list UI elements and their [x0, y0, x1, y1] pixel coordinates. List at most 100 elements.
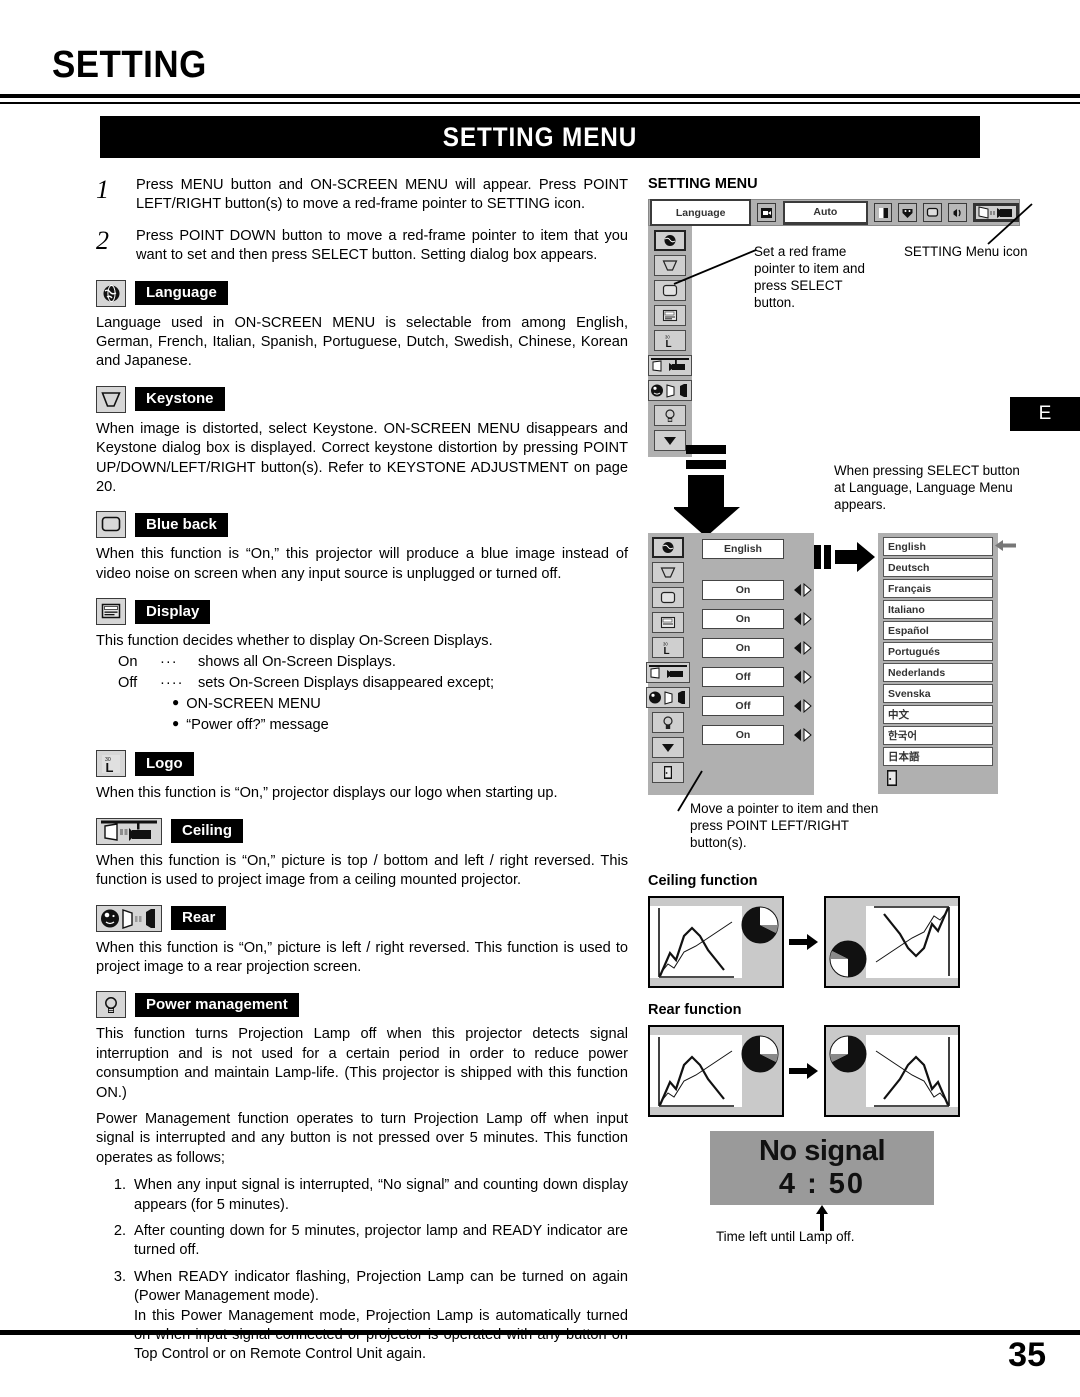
dialog-logo-value[interactable]: On: [702, 637, 784, 658]
dialog-sidebar-keystone-icon[interactable]: [652, 562, 684, 583]
sound-icon[interactable]: [948, 203, 967, 222]
down-flow-arrow-icon: [674, 445, 740, 537]
left-right-arrows-icon[interactable]: [792, 611, 814, 626]
sidebar-item-display-icon[interactable]: [654, 305, 686, 326]
move-pointer-area: Move a pointer to item and then press PO…: [648, 770, 1018, 869]
callout-move-pointer: Move a pointer to item and then press PO…: [690, 801, 879, 850]
rear-function-heading: Rear function: [648, 1002, 742, 1018]
power-management-item-3-text: When READY indicator flashing, Projectio…: [134, 1268, 628, 1365]
menubar-language-field[interactable]: Language: [650, 199, 752, 226]
display-options: On ··· shows all On-Screen Displays. Off…: [118, 652, 628, 694]
right-menu-heading: SETTING MENU: [648, 176, 758, 192]
left-right-arrows-icon[interactable]: [792, 640, 814, 655]
dialog-blue-back-value[interactable]: On: [702, 579, 784, 600]
section-header-display: Display: [96, 598, 628, 626]
select-flow-area: When pressing SELECT button at Language,…: [648, 441, 1020, 541]
display-option-on-dots: ···: [160, 653, 178, 670]
language-item-deutsch[interactable]: Deutsch: [883, 558, 993, 577]
dialog-sidebar-rear-icon[interactable]: [646, 687, 690, 708]
dialog-power-management-value[interactable]: On: [702, 724, 784, 745]
display-screen-icon: [96, 598, 126, 626]
section-label-ceiling: Ceiling: [171, 819, 244, 844]
ceiling-transform-arrow-icon: [784, 934, 824, 950]
language-item-francais[interactable]: Français: [883, 579, 993, 598]
edition-tab-label: E: [1038, 403, 1052, 424]
globe-icon: [96, 279, 126, 307]
section-banner: SETTING MENU: [100, 116, 980, 158]
callout-pointer-line-right: [987, 203, 1033, 245]
menu-bar: Language Auto: [648, 199, 1020, 226]
header-rule-thin: [0, 102, 1080, 104]
section-body-logo: When this function is “On,” projector di…: [96, 785, 558, 802]
keystone-trapezoid-icon: [96, 385, 126, 413]
section-label-display: Display: [135, 599, 211, 624]
menu-callout-area: Set a red frame pointer to item and pres…: [673, 203, 1033, 401]
display-option-on-key: On: [118, 653, 138, 670]
language-item-english[interactable]: English: [883, 537, 993, 556]
dialog-sidebar-ceiling-icon[interactable]: [646, 662, 690, 683]
sidebar-item-rear-icon[interactable]: [648, 380, 692, 401]
section-body-language: Language used in ON-SCREEN MENU is selec…: [96, 314, 628, 370]
rear-transform-arrow-icon: [784, 1063, 824, 1079]
right-flow-arrow-icon: [814, 542, 875, 572]
power-management-numbered-list: 1. When any input signal is interrupted,…: [96, 1176, 628, 1365]
language-item-svenska[interactable]: Svenska: [883, 684, 993, 703]
display-option-off-dots: ····: [160, 674, 184, 691]
dialog-sidebar-language-icon[interactable]: [652, 537, 684, 558]
language-item-portugues[interactable]: Portugués: [883, 642, 993, 661]
input-source-icon[interactable]: [757, 203, 777, 222]
dialog-sidebar-power-management-icon[interactable]: [652, 712, 684, 733]
dialog-sidebar-display-icon[interactable]: [652, 612, 684, 633]
section-header-rear: Rear: [96, 904, 628, 932]
section-label-keystone: Keystone: [135, 387, 225, 412]
step-2-text: Press POINT DOWN button to move a red-fr…: [136, 227, 628, 264]
display-option-off-key: Off: [118, 674, 138, 691]
dialog-ceiling-value[interactable]: Off: [702, 666, 784, 687]
menubar-auto-field[interactable]: Auto: [783, 200, 868, 225]
left-right-arrows-icon[interactable]: [792, 727, 814, 742]
ceiling-function-figure: [648, 896, 1018, 988]
dialog-sidebar-blue-back-icon[interactable]: [652, 587, 684, 608]
right-column: SETTING MENU Language Auto 30 L Set a re…: [646, 176, 1033, 1247]
power-management-item-1: 1. When any input signal is interrupted,…: [96, 1176, 628, 1215]
dialog-row-rear: Off: [702, 693, 814, 718]
section-body-power-management-2: Power Management function operates to tu…: [96, 1110, 628, 1166]
header-rule-thick: [0, 94, 1080, 98]
callout-set-red-frame: Set a red frame pointer to item and pres…: [754, 244, 865, 310]
left-right-arrows-icon[interactable]: [792, 669, 814, 684]
display-exception-bullets: ON-SCREEN MENU “Power off?” message: [172, 694, 628, 736]
image-adjust-icon[interactable]: [873, 203, 893, 222]
dialog-values: English On On On Off Off On: [688, 533, 814, 789]
sidebar-item-power-management-icon[interactable]: [654, 405, 686, 426]
display-option-off-text: sets On-Screen Displays disappeared exce…: [198, 674, 495, 691]
language-menu-quit-icon[interactable]: [883, 769, 902, 788]
language-item-italiano[interactable]: Italiano: [883, 600, 993, 619]
no-signal-display: No signal 4 : 50: [710, 1131, 934, 1205]
section-label-power-management: Power management: [135, 992, 299, 1017]
language-item-nederlands[interactable]: Nederlands: [883, 663, 993, 682]
callout-press-select: When pressing SELECT button at Language,…: [834, 463, 1020, 512]
footer-rule: [0, 1330, 1080, 1335]
svg-text:L: L: [106, 760, 114, 774]
left-right-arrows-icon[interactable]: [792, 582, 814, 597]
dialog-sidebar-logo-icon[interactable]: 30 L: [652, 637, 684, 658]
screen-icon[interactable]: [923, 203, 943, 222]
section-header-keystone: Keystone: [96, 385, 628, 413]
sidebar-item-logo-icon[interactable]: 30 L: [654, 330, 686, 351]
step-1-text: Press MENU button and ON-SCREEN MENU wil…: [136, 177, 628, 213]
rear-figure-before: [648, 1025, 784, 1117]
dialog-sidebar-more-down-icon[interactable]: [652, 737, 684, 758]
language-item-japanese[interactable]: 日本語: [883, 747, 993, 766]
dialog-language-value[interactable]: English: [702, 538, 784, 559]
language-item-espanol[interactable]: Español: [883, 621, 993, 640]
dialog-display-value[interactable]: On: [702, 608, 784, 629]
power-management-item-3-number: 3.: [113, 1268, 126, 1285]
left-right-arrows-icon[interactable]: [792, 698, 814, 713]
sidebar-item-ceiling-icon[interactable]: [648, 355, 692, 376]
image-select-icon[interactable]: [898, 203, 918, 222]
edition-tab: E: [1010, 397, 1080, 431]
menu-body: 30 L Set a red frame pointer to item and…: [648, 203, 1033, 457]
language-item-chinese[interactable]: 中文: [883, 705, 993, 724]
dialog-rear-value[interactable]: Off: [702, 695, 784, 716]
language-item-korean[interactable]: 한국어: [883, 726, 993, 745]
